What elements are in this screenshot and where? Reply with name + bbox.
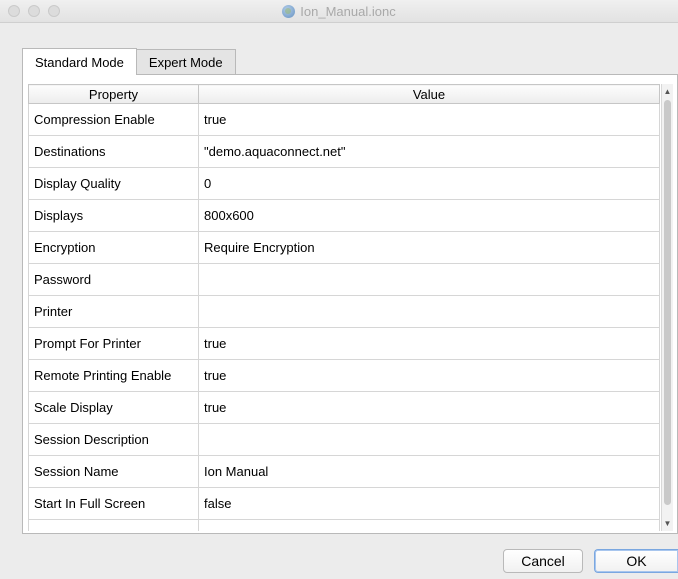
property-cell: Display Quality	[28, 167, 199, 200]
property-cell: Password	[28, 263, 199, 296]
property-cell: Start In Full Screen	[28, 487, 199, 520]
value-cell[interactable]: true	[198, 391, 660, 424]
value-cell[interactable]: "demo.aquaconnect.net"	[198, 135, 660, 168]
properties-panel: Property Value Compression Enable true De…	[22, 74, 678, 534]
ok-button[interactable]: OK	[594, 549, 678, 573]
property-cell: Prompt For Printer	[28, 327, 199, 360]
value-cell[interactable]: Ion Manual	[198, 455, 660, 488]
property-cell: Displays	[28, 199, 199, 232]
property-cell: Scale Display	[28, 391, 199, 424]
value-cell[interactable]: Require Encryption	[198, 231, 660, 264]
value-cell[interactable]: false	[198, 487, 660, 520]
title-bar: Ion_Manual.ionc	[0, 0, 678, 23]
column-header-value[interactable]: Value	[198, 84, 660, 104]
value-cell[interactable]	[198, 519, 660, 531]
window-title-group: Ion_Manual.ionc	[0, 0, 678, 22]
table-row[interactable]: Prompt For Printer true	[28, 327, 660, 360]
table-row[interactable]: Scale Display true	[28, 391, 660, 424]
mode-tabs: Standard Mode Expert Mode	[22, 48, 236, 75]
property-cell	[28, 519, 199, 531]
cancel-button[interactable]: Cancel	[503, 549, 583, 573]
properties-table: Property Value Compression Enable true De…	[28, 84, 660, 531]
value-cell[interactable]: true	[198, 103, 660, 136]
table-row[interactable]: Session Description	[28, 423, 660, 456]
property-cell: Encryption	[28, 231, 199, 264]
property-cell: Compression Enable	[28, 103, 199, 136]
table-row[interactable]: Session Name Ion Manual	[28, 455, 660, 488]
properties-table-container: Property Value Compression Enable true De…	[28, 84, 673, 531]
value-cell[interactable]: true	[198, 359, 660, 392]
table-row[interactable]: Compression Enable true	[28, 103, 660, 136]
table-row[interactable]: Displays 800x600	[28, 199, 660, 232]
table-row[interactable]: Encryption Require Encryption	[28, 231, 660, 264]
table-row[interactable]: Destinations "demo.aquaconnect.net"	[28, 135, 660, 168]
globe-icon	[282, 4, 296, 18]
scroll-down-arrow-icon[interactable]: ▼	[662, 517, 673, 530]
property-cell: Session Name	[28, 455, 199, 488]
window-title: Ion_Manual.ionc	[300, 3, 396, 19]
tab-expert-mode[interactable]: Expert Mode	[135, 49, 236, 75]
vertical-scrollbar[interactable]: ▲ ▼	[661, 84, 673, 531]
window: Ion_Manual.ionc Standard Mode Expert Mod…	[0, 0, 678, 579]
property-cell: Remote Printing Enable	[28, 359, 199, 392]
value-cell[interactable]: 800x600	[198, 199, 660, 232]
table-row[interactable]	[28, 519, 660, 531]
table-row[interactable]: Display Quality 0	[28, 167, 660, 200]
table-row[interactable]: Remote Printing Enable true	[28, 359, 660, 392]
property-cell: Session Description	[28, 423, 199, 456]
value-cell[interactable]: true	[198, 327, 660, 360]
scrollbar-thumb[interactable]	[664, 100, 671, 505]
tab-standard-mode[interactable]: Standard Mode	[22, 48, 137, 75]
column-header-property[interactable]: Property	[28, 84, 199, 104]
table-row[interactable]: Password	[28, 263, 660, 296]
value-cell[interactable]: 0	[198, 167, 660, 200]
property-cell: Destinations	[28, 135, 199, 168]
value-cell[interactable]	[198, 295, 660, 328]
table-row[interactable]: Printer	[28, 295, 660, 328]
scroll-up-arrow-icon[interactable]: ▲	[662, 85, 673, 98]
property-cell: Printer	[28, 295, 199, 328]
value-cell[interactable]	[198, 263, 660, 296]
table-row[interactable]: Start In Full Screen false	[28, 487, 660, 520]
value-cell[interactable]	[198, 423, 660, 456]
